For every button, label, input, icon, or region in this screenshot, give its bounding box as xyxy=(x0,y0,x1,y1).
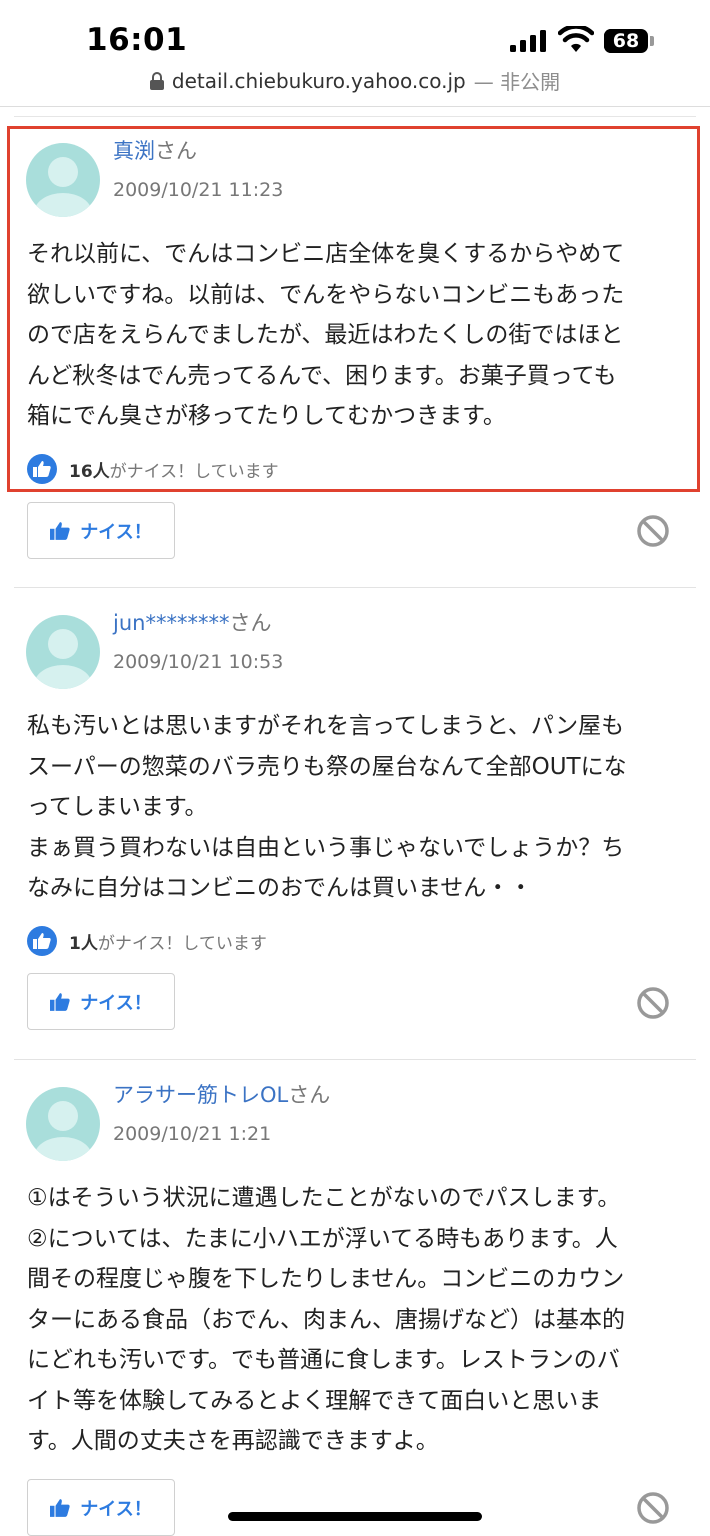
battery-icon: 68 xyxy=(604,29,648,53)
like-count: 1人 xyxy=(69,933,98,954)
nice-button-label: ナイス！ xyxy=(80,992,152,1014)
like-summary: 1人 がナイス！しています xyxy=(27,926,267,956)
nice-button-label: ナイス！ xyxy=(80,521,152,543)
avatar[interactable] xyxy=(26,1087,100,1161)
status-time: 16:01 xyxy=(86,22,188,58)
nice-button[interactable]: ナイス！ xyxy=(27,1479,175,1536)
nice-button[interactable]: ナイス！ xyxy=(27,973,175,1030)
block-icon[interactable] xyxy=(636,986,670,1020)
section-divider xyxy=(14,116,696,117)
answer-date: 2009/10/21 1:21 xyxy=(113,1123,272,1145)
thumbs-up-icon xyxy=(50,1498,70,1517)
block-icon[interactable] xyxy=(636,514,670,548)
home-indicator[interactable] xyxy=(228,1512,482,1521)
thumbs-up-icon xyxy=(27,926,57,956)
toolbar-divider xyxy=(0,106,710,107)
url-domain: detail.chiebukuro.yahoo.co.jp xyxy=(171,68,466,93)
answer-body: 私も汚いとは思いますがそれを言ってしまうと、パン屋も スーパーの惣菜のバラ売りも… xyxy=(27,713,627,901)
highlight-box xyxy=(7,126,700,492)
like-suffix: がナイス！しています xyxy=(97,933,267,954)
answer-body: ①はそういう状況に遭遇したことがないのでパスします。 ②については、たまに小ハエ… xyxy=(27,1185,625,1454)
block-icon[interactable] xyxy=(636,1491,670,1525)
status-bar: 16:01 68 xyxy=(0,0,710,70)
answer-divider xyxy=(14,587,696,588)
battery-cap xyxy=(650,36,654,46)
avatar[interactable] xyxy=(26,615,100,689)
answer-username[interactable]: jun********さん xyxy=(113,607,271,637)
battery-percent: 68 xyxy=(612,30,640,52)
nice-button[interactable]: ナイス！ xyxy=(27,502,175,559)
answer-date: 2009/10/21 10:53 xyxy=(113,651,284,673)
thumbs-up-icon xyxy=(50,521,70,540)
lock-icon xyxy=(149,71,164,90)
answer-divider xyxy=(14,1059,696,1060)
thumbs-up-icon xyxy=(50,992,70,1011)
answer-username[interactable]: アラサー筋トレOLさん xyxy=(113,1079,330,1109)
cellular-signal-icon xyxy=(510,30,546,52)
address-bar[interactable]: detail.chiebukuro.yahoo.co.jp — 非公開 xyxy=(0,66,710,98)
wifi-icon xyxy=(558,26,594,52)
nice-button-label: ナイス！ xyxy=(80,1498,152,1520)
private-mode-label: — 非公開 xyxy=(473,70,561,94)
